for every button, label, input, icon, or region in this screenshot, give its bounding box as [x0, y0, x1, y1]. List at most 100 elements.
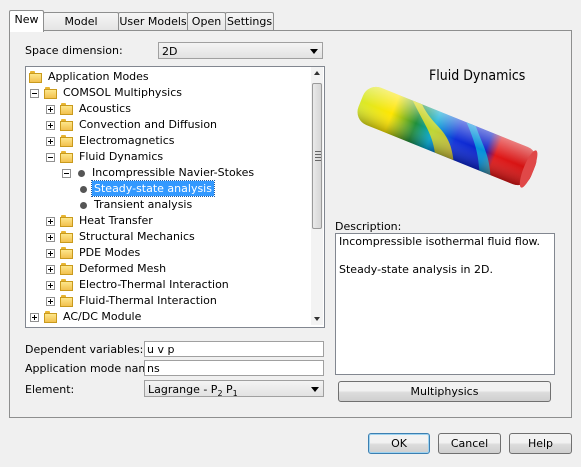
tab-user-models[interactable]: User Models — [118, 12, 188, 31]
arrow-down-icon — [314, 317, 320, 321]
tree-item-label: Deformed Mesh — [79, 262, 167, 275]
folder-icon — [44, 87, 57, 100]
tree-item-label: Acoustics — [79, 102, 131, 115]
expand-plus-icon[interactable] — [46, 297, 55, 306]
tree-scrollbar[interactable] — [311, 67, 323, 325]
folder-icon — [60, 103, 73, 116]
ok-button[interactable]: OK — [368, 433, 430, 454]
bullet-icon — [80, 186, 87, 193]
tree-item[interactable]: Convection and Diffusion — [26, 117, 312, 133]
tree-item-label: Application Modes — [48, 70, 149, 83]
description-label: Description: — [335, 220, 402, 233]
application-modes-tree[interactable]: Application Modes COMSOL Multiphysics Acou… — [25, 66, 325, 328]
tree-item-label: Structural Mechanics — [79, 230, 195, 243]
tree-item[interactable]: AC/DC Module — [26, 309, 312, 325]
description-line-2: Steady-state analysis in 2D. — [339, 263, 493, 276]
folder-icon — [44, 311, 57, 324]
space-dimension-label: Space dimension: — [25, 44, 123, 57]
collapse-minus-icon[interactable] — [30, 89, 39, 98]
tab-new-label: New — [14, 13, 39, 26]
element-select[interactable]: Lagrange - P2 P1 — [144, 380, 324, 399]
folder-icon — [60, 215, 73, 228]
grip-line — [315, 157, 321, 158]
expand-plus-icon[interactable] — [46, 265, 55, 274]
collapse-minus-icon[interactable] — [46, 153, 55, 162]
scroll-down-button[interactable] — [311, 313, 323, 325]
space-dimension-value: 2D — [162, 45, 178, 58]
tree-item[interactable]: Acoustics — [26, 101, 312, 117]
arrow-up-icon — [314, 71, 320, 75]
tree-item-label: Heat Transfer — [79, 214, 153, 227]
tab-new[interactable]: New — [9, 10, 44, 32]
expand-plus-icon[interactable] — [30, 313, 39, 322]
element-label: Element: — [25, 383, 75, 396]
tree-item[interactable]: Fluid Dynamics — [26, 149, 312, 165]
expand-plus-icon[interactable] — [46, 137, 55, 146]
folder-icon — [60, 119, 73, 132]
description-box: Incompressible isothermal fluid flow. St… — [335, 233, 555, 375]
grip-line — [315, 151, 321, 152]
tree-item-label: Electromagnetics — [79, 134, 175, 147]
folder-icon — [60, 263, 73, 276]
dependent-variables-input[interactable]: u v p — [144, 341, 324, 357]
tree-item[interactable]: PDE Modes — [26, 245, 312, 261]
expand-plus-icon[interactable] — [46, 233, 55, 242]
tab-model-library[interactable]: Model Library — [43, 12, 119, 46]
expand-plus-icon[interactable] — [46, 249, 55, 258]
element-value-mid: P — [222, 383, 233, 396]
tab-settings[interactable]: Settings — [225, 12, 274, 31]
expand-plus-icon[interactable] — [46, 121, 55, 130]
tree-item-label: PDE Modes — [79, 246, 141, 259]
tree-item[interactable]: Deformed Mesh — [26, 261, 312, 277]
scroll-thumb[interactable] — [312, 83, 322, 229]
tree-item-label: Fluid-Thermal Interaction — [79, 294, 217, 307]
element-value: Lagrange - P2 P1 — [148, 383, 238, 399]
expand-plus-icon[interactable] — [46, 217, 55, 226]
multiphysics-button[interactable]: Multiphysics — [338, 381, 551, 402]
folder-icon — [29, 71, 42, 84]
tab-open-label: Open — [191, 15, 222, 28]
tree-item-label: Electro-Thermal Interaction — [79, 278, 229, 291]
tree-item[interactable]: Incompressible Navier-Stokes — [26, 165, 312, 181]
tab-user-models-label: User Models — [119, 15, 187, 28]
description-line-1: Incompressible isothermal fluid flow. — [339, 235, 541, 248]
tab-open[interactable]: Open — [187, 12, 226, 31]
folder-icon — [60, 247, 73, 260]
tree-item-label: AC/DC Module — [63, 310, 142, 323]
fluid-dynamics-preview-image — [357, 86, 538, 188]
scroll-up-button[interactable] — [311, 67, 323, 79]
dependent-variables-label: Dependent variables: — [25, 343, 144, 356]
tree-item-label: COMSOL Multiphysics — [63, 86, 183, 99]
tree-item[interactable]: Structural Mechanics — [26, 229, 312, 245]
application-mode-name-input[interactable]: ns — [144, 360, 324, 376]
tree-item[interactable]: Application Modes — [26, 69, 312, 85]
tree-item[interactable]: Electromagnetics — [26, 133, 312, 149]
folder-icon — [60, 279, 73, 292]
tree-item[interactable]: Fluid-Thermal Interaction — [26, 293, 312, 309]
chevron-down-icon — [310, 49, 318, 54]
expand-plus-icon[interactable] — [46, 105, 55, 114]
tree-item-label: Fluid Dynamics — [79, 150, 164, 163]
space-dimension-select[interactable]: 2D — [158, 42, 323, 59]
folder-icon — [60, 295, 73, 308]
tree-item-label: Incompressible Navier-Stokes — [92, 166, 255, 179]
bullet-icon — [78, 170, 85, 177]
collapse-minus-icon[interactable] — [62, 169, 71, 178]
folder-icon — [60, 231, 73, 244]
grip-line — [315, 154, 321, 155]
element-value-sub2: 1 — [232, 389, 238, 399]
bullet-icon — [80, 202, 87, 209]
tree-item[interactable]: Heat Transfer — [26, 213, 312, 229]
tree-item[interactable]: Electro-Thermal Interaction — [26, 277, 312, 293]
tree-item-label: Transient analysis — [94, 198, 193, 211]
help-button[interactable]: Help — [509, 433, 572, 454]
grip-line — [315, 160, 321, 161]
tree-item[interactable]: Steady-state analysis — [26, 180, 312, 197]
tree-item-label: Steady-state analysis — [91, 180, 215, 197]
tree-item-label: Convection and Diffusion — [79, 118, 218, 131]
cancel-button[interactable]: Cancel — [438, 433, 501, 454]
expand-plus-icon[interactable] — [46, 281, 55, 290]
tree-item[interactable]: COMSOL Multiphysics — [26, 85, 312, 101]
tree-item[interactable]: Transient analysis — [26, 197, 312, 213]
